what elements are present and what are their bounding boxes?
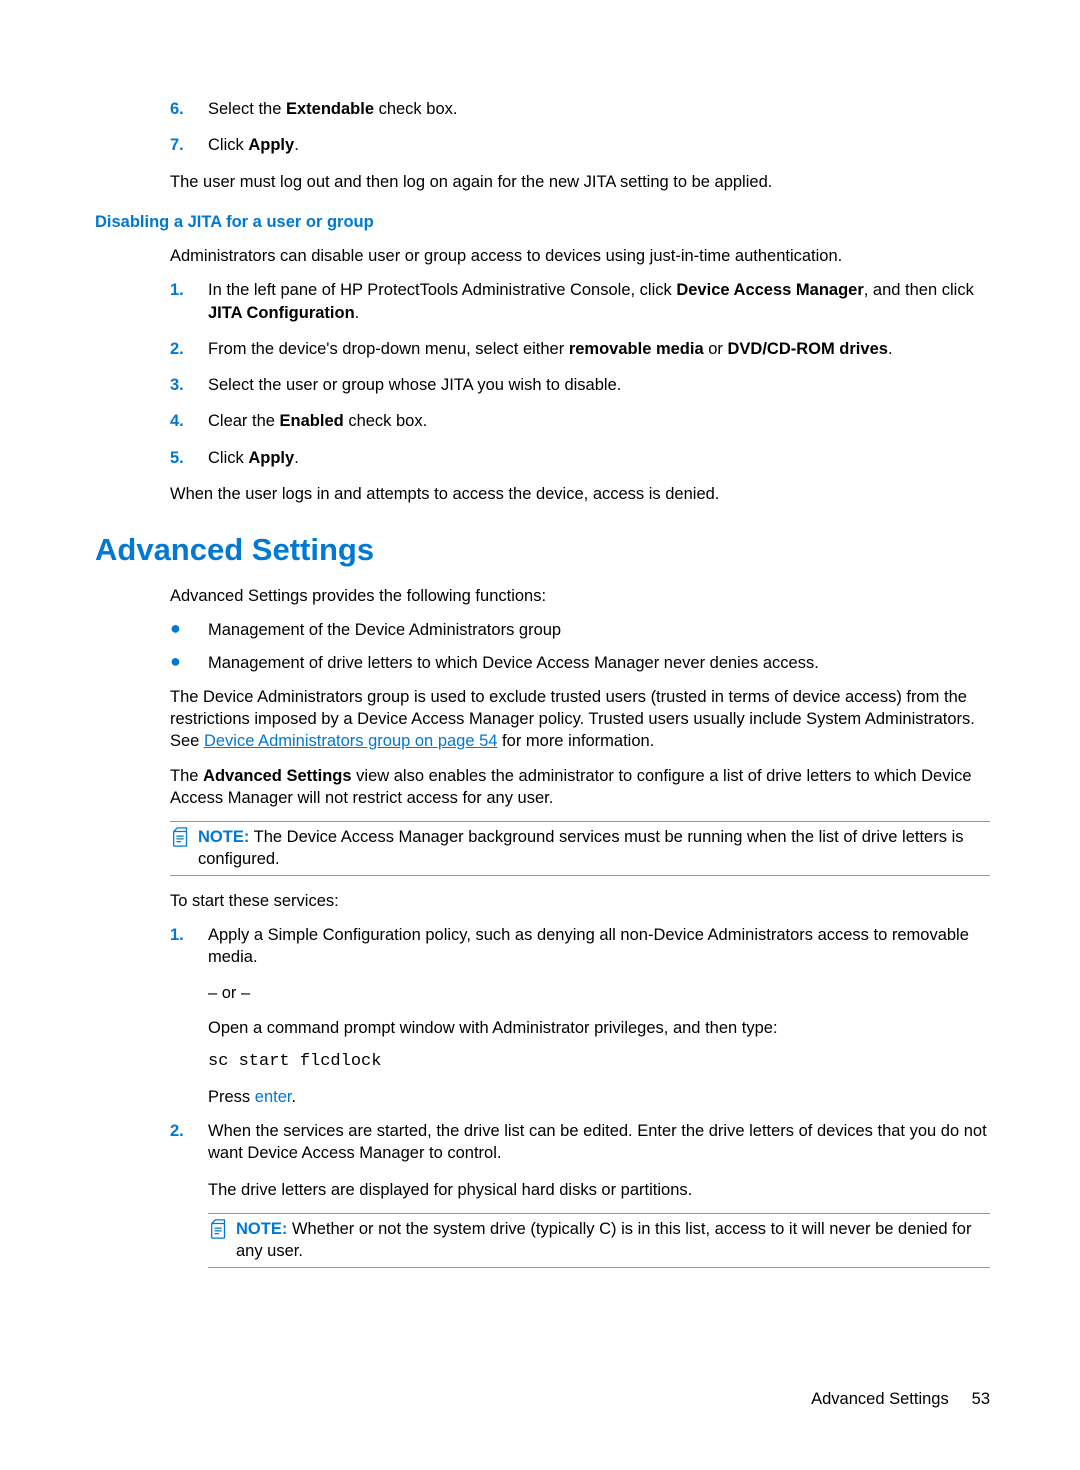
text: Select the: [208, 100, 286, 118]
text: The: [170, 767, 203, 785]
step-7: 7. Click Apply.: [170, 134, 990, 156]
text: Clear the: [208, 412, 280, 430]
step-number: 6.: [170, 98, 208, 120]
paragraph: Open a command prompt window with Admini…: [208, 1017, 990, 1039]
step-1: 1. In the left pane of HP ProtectTools A…: [170, 279, 990, 324]
text: check box.: [344, 412, 427, 430]
bold: Apply: [248, 449, 294, 467]
bold: Apply: [248, 136, 294, 154]
text: for more information.: [497, 732, 654, 750]
bold: Advanced Settings: [203, 767, 352, 785]
footer-page-number: 53: [972, 1390, 990, 1408]
step-body: When the services are started, the drive…: [208, 1120, 990, 1165]
page-footer: Advanced Settings 53: [95, 1388, 990, 1410]
step-number: 1.: [170, 279, 208, 324]
step-2: 2. When the services are started, the dr…: [170, 1120, 990, 1165]
paragraph: The Device Administrators group is used …: [170, 686, 990, 753]
step-number: 5.: [170, 447, 208, 469]
step-body: Select the user or group whose JITA you …: [208, 374, 990, 396]
step-6: 6. Select the Extendable check box.: [170, 98, 990, 120]
text: Press: [208, 1088, 255, 1106]
bullet-text: Management of drive letters to which Dev…: [208, 652, 819, 674]
paragraph: The Advanced Settings view also enables …: [170, 765, 990, 810]
text: From the device's drop-down menu, select…: [208, 340, 569, 358]
text: The Device Access Manager background ser…: [198, 828, 963, 868]
paragraph: When the user logs in and attempts to ac…: [170, 483, 990, 505]
text: .: [294, 449, 299, 467]
text: Whether or not the system drive (typical…: [236, 1220, 971, 1260]
text: .: [888, 340, 893, 358]
text: or: [704, 340, 728, 358]
paragraph: Press enter.: [208, 1086, 990, 1108]
bullet-text: Management of the Device Administrators …: [208, 619, 561, 641]
step-number: 1.: [170, 924, 208, 969]
step-body: Clear the Enabled check box.: [208, 410, 990, 432]
text: .: [291, 1088, 296, 1106]
note-icon: [208, 1218, 230, 1240]
step-body: From the device's drop-down menu, select…: [208, 338, 990, 360]
bullet-item: ● Management of drive letters to which D…: [170, 652, 990, 674]
text: .: [294, 136, 299, 154]
text: , and then click: [864, 281, 974, 299]
note-label: NOTE:: [198, 828, 249, 846]
step-number: 4.: [170, 410, 208, 432]
note-label: NOTE:: [236, 1220, 287, 1238]
bold: Enabled: [280, 412, 344, 430]
paragraph: The drive letters are displayed for phys…: [208, 1179, 990, 1201]
bullet-item: ● Management of the Device Administrator…: [170, 619, 990, 641]
paragraph: The user must log out and then log on ag…: [170, 171, 990, 193]
text: .: [355, 304, 360, 322]
step-5: 5. Click Apply.: [170, 447, 990, 469]
note-icon: [170, 826, 192, 848]
or-separator: – or –: [208, 982, 990, 1004]
note-callout: NOTE: Whether or not the system drive (t…: [208, 1213, 990, 1268]
bold: JITA Configuration: [208, 304, 355, 322]
step-body: In the left pane of HP ProtectTools Admi…: [208, 279, 990, 324]
step-body: Select the Extendable check box.: [208, 98, 990, 120]
bullet-icon: ●: [170, 619, 208, 641]
step-number: 2.: [170, 1120, 208, 1165]
paragraph: To start these services:: [170, 890, 990, 912]
step-number: 3.: [170, 374, 208, 396]
step-body: Apply a Simple Configuration policy, suc…: [208, 924, 990, 969]
step-4: 4. Clear the Enabled check box.: [170, 410, 990, 432]
bold: DVD/CD-ROM drives: [727, 340, 887, 358]
step-number: 7.: [170, 134, 208, 156]
paragraph: Advanced Settings provides the following…: [170, 585, 990, 607]
heading-advanced-settings: Advanced Settings: [95, 529, 990, 571]
key-enter: enter: [255, 1088, 292, 1106]
text: Click: [208, 136, 248, 154]
step-1: 1. Apply a Simple Configuration policy, …: [170, 924, 990, 969]
bold: Device Access Manager: [676, 281, 863, 299]
step-body: Click Apply.: [208, 447, 990, 469]
heading-disabling-jita: Disabling a JITA for a user or group: [95, 211, 990, 233]
footer-section: Advanced Settings: [811, 1390, 949, 1408]
code-command: sc start flcdlock: [208, 1051, 990, 1074]
note-text: NOTE: The Device Access Manager backgrou…: [198, 826, 990, 871]
bold: Extendable: [286, 100, 374, 118]
text: Click: [208, 449, 248, 467]
note-callout: NOTE: The Device Access Manager backgrou…: [170, 821, 990, 876]
text: check box.: [374, 100, 457, 118]
step-3: 3. Select the user or group whose JITA y…: [170, 374, 990, 396]
text: In the left pane of HP ProtectTools Admi…: [208, 281, 676, 299]
step-number: 2.: [170, 338, 208, 360]
bold: removable media: [569, 340, 704, 358]
note-text: NOTE: Whether or not the system drive (t…: [236, 1218, 990, 1263]
bullet-icon: ●: [170, 652, 208, 674]
link-device-admin-group[interactable]: Device Administrators group on page 54: [204, 732, 498, 750]
paragraph: Administrators can disable user or group…: [170, 245, 990, 267]
step-body: Click Apply.: [208, 134, 990, 156]
step-2: 2. From the device's drop-down menu, sel…: [170, 338, 990, 360]
